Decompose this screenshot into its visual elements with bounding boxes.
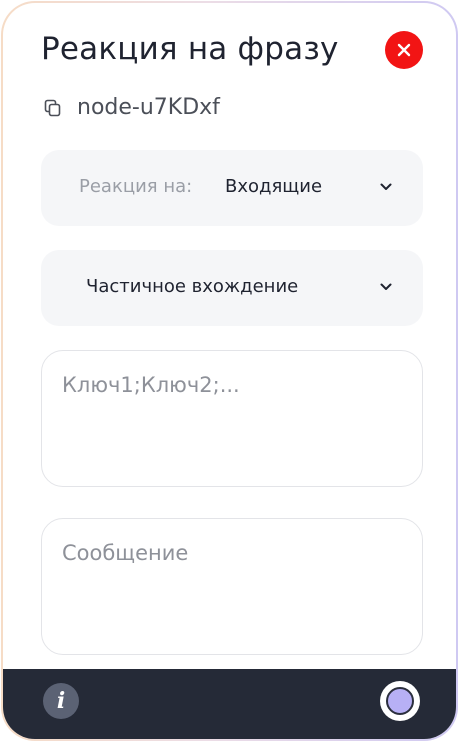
info-button[interactable]: i (43, 683, 79, 719)
chevron-down-icon (380, 183, 392, 190)
match-type-value: Частичное вхождение (86, 276, 299, 297)
status-circle-icon (386, 687, 414, 715)
node-settings-panel: Реакция на фразу node-u7KDxf Реакция на:… (1, 1, 458, 741)
message-textarea[interactable]: Сообщение (41, 518, 423, 655)
keys-placeholder: Ключ1;Ключ2;... (62, 373, 240, 397)
match-type-select[interactable]: Частичное вхождение (41, 250, 423, 326)
panel-title: Реакция на фразу (41, 31, 339, 67)
message-placeholder: Сообщение (62, 541, 189, 565)
node-id: node-u7KDxf (77, 95, 220, 120)
keys-textarea[interactable]: Ключ1;Ключ2;... (41, 350, 423, 487)
reaction-target-value: Входящие (225, 176, 323, 197)
close-button[interactable] (385, 31, 423, 69)
status-toggle[interactable] (380, 681, 420, 721)
reaction-target-select[interactable]: Реакция на: Входящие (41, 150, 423, 226)
node-id-row: node-u7KDxf (43, 95, 220, 120)
panel-footer: i (3, 669, 456, 739)
reaction-target-label: Реакция на: (79, 176, 193, 197)
info-icon: i (56, 688, 66, 714)
close-icon (397, 43, 411, 57)
chevron-down-icon (380, 283, 392, 290)
copy-icon[interactable] (43, 98, 63, 118)
